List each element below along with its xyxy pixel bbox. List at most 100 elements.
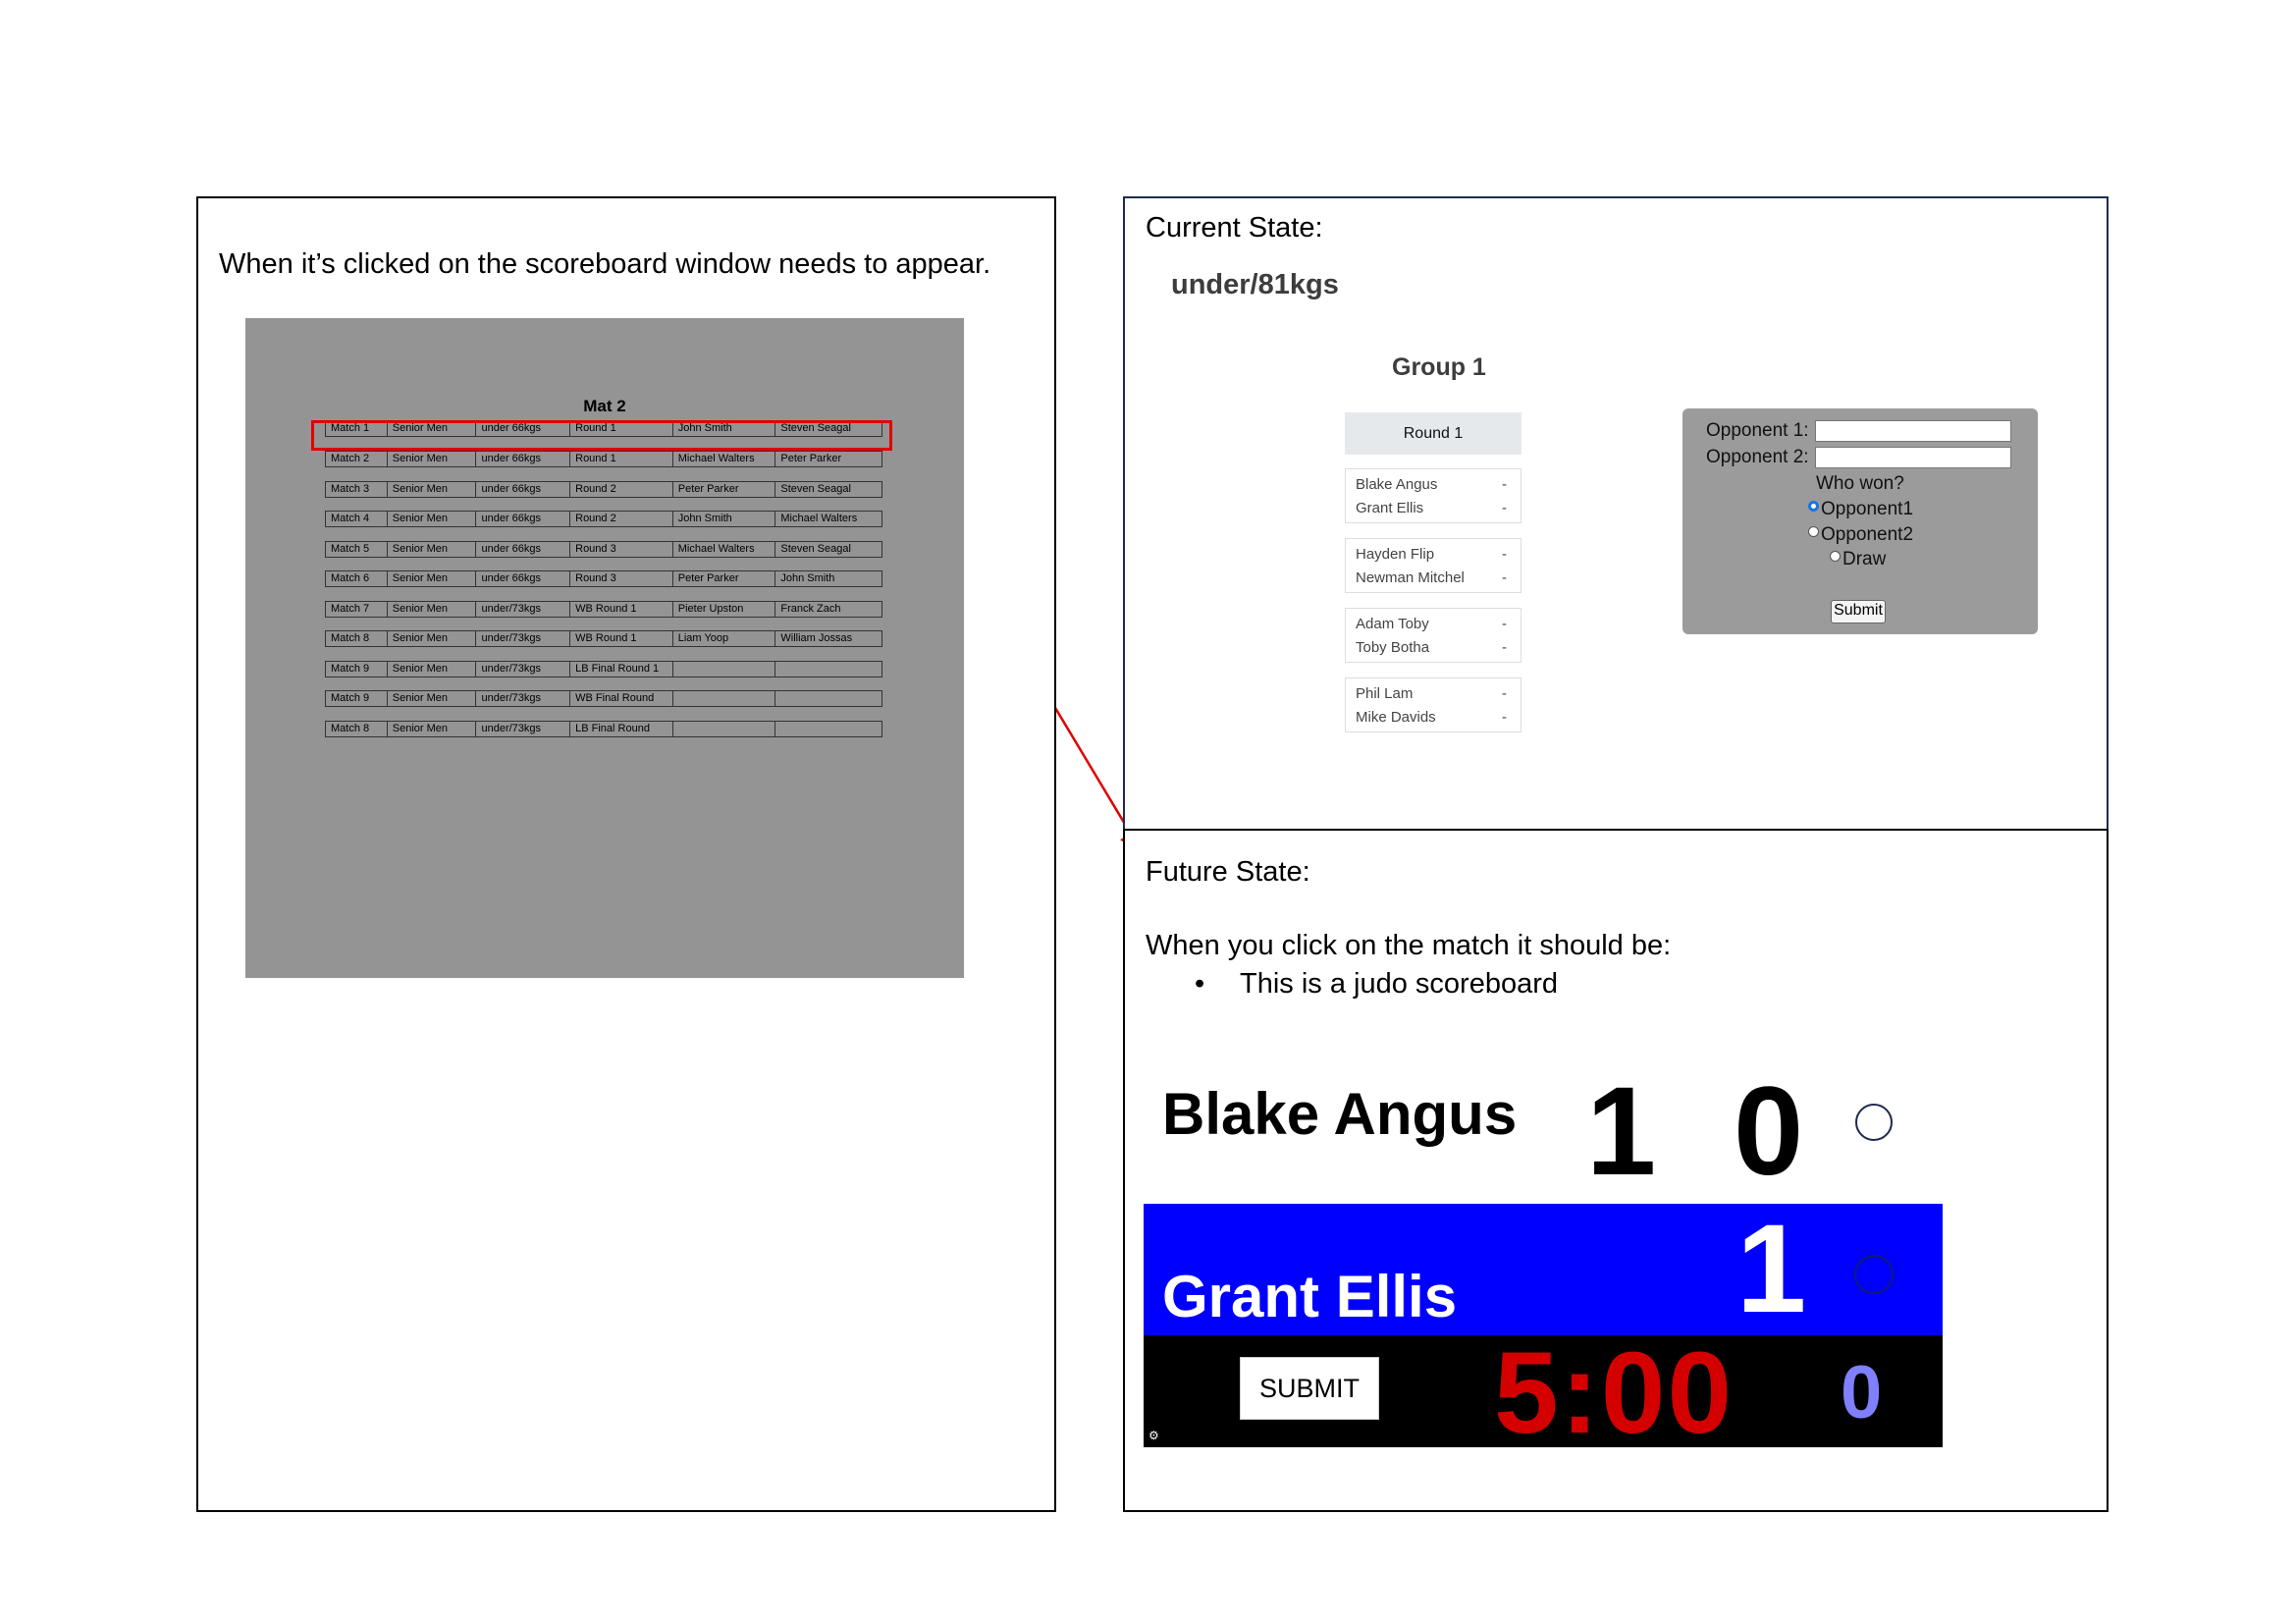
mat-schedule-row[interactable]: Match 4 Senior Men under 66kgs Round 2 John … <box>325 511 882 527</box>
mat-schedule-row[interactable]: Match 2 Senior Men under 66kgs Round 1 Micha… <box>325 451 882 467</box>
mat-schedule-row[interactable]: Match 6 Senior Men under 66kgs Round 3 Peter… <box>325 570 882 587</box>
mat-schedule-cell: LB Final Round 1 <box>570 662 673 677</box>
radio-opponent1-icon[interactable] <box>1808 500 1819 512</box>
match-card[interactable]: Hayden Flip - Newman Mitchel - <box>1345 538 1522 593</box>
mat-schedule-row[interactable]: Match 8 Senior Men under/73kgs LB Final Rou… <box>325 721 882 737</box>
competitor-score: - <box>1502 476 1507 493</box>
penalty-count[interactable]: 0 <box>1841 1349 1882 1437</box>
match-competitor: Hayden Flip - <box>1346 543 1521 567</box>
scoreboard-submit-button[interactable]: SUBMIT <box>1240 1357 1379 1420</box>
mat-schedule-cell: Match 9 <box>326 662 388 677</box>
who-won-label: Who won? <box>1816 473 1904 494</box>
radio-draw-icon[interactable] <box>1830 550 1841 562</box>
blue-indicator-circle-icon[interactable] <box>1854 1255 1894 1294</box>
white-indicator-circle-icon[interactable] <box>1855 1104 1893 1141</box>
judo-scoreboard: Blake Angus 1 0 Grant Ellis 1 SUBMIT 5:0… <box>1144 1058 1943 1451</box>
mat-schedule-cell: Round 2 <box>570 482 673 497</box>
mat-schedule-cell: under 66kgs <box>476 542 571 557</box>
mat-schedule-cell: Match 9 <box>326 691 388 706</box>
match-card[interactable]: Blake Angus - Grant Ellis - <box>1345 468 1522 523</box>
mat-schedule-cell: Senior Men <box>388 722 477 736</box>
match-timer[interactable]: 5:00 <box>1494 1335 1734 1451</box>
mat-schedule-cell: Senior Men <box>388 512 477 526</box>
mat-schedule-cell: Match 8 <box>326 631 388 646</box>
mat-schedule-cell: Franck Zach <box>780 603 841 615</box>
mat-schedule-row[interactable]: Match 7 Senior Men under/73kgs WB Round 1 Pi… <box>325 601 882 618</box>
mat-schedule-cell: Match 5 <box>326 542 388 557</box>
mat-schedule-cell: WB Final Round <box>570 691 673 706</box>
opponent2-input[interactable] <box>1814 447 2011 468</box>
mat-schedule-cell: Peter Parker <box>673 482 776 497</box>
blue-score[interactable]: 1 <box>1736 1204 1806 1335</box>
mat-schedule-cell: Match 8 <box>326 722 388 736</box>
mat-schedule-cell: Match 3 <box>326 482 388 497</box>
opponent1-label: Opponent 1: <box>1706 420 1809 441</box>
competitor-score: - <box>1502 685 1507 702</box>
white-wazaari-score[interactable]: 0 <box>1734 1058 1803 1206</box>
opponent1-input[interactable] <box>1814 420 2011 442</box>
mat-schedule-cell <box>775 662 881 677</box>
mat-schedule-row[interactable]: Match 5 Senior Men under 66kgs Round 3 Micha… <box>325 541 882 558</box>
mat-schedule-cell: under/73kgs <box>476 662 571 677</box>
mat-schedule-cell: under/73kgs <box>476 602 571 617</box>
mat-schedule-cell: Peter Parker <box>673 571 776 586</box>
highlight-box <box>311 420 892 451</box>
blue-player-row: Grant Ellis 1 <box>1144 1204 1943 1335</box>
mat-schedule-cell: Senior Men <box>388 631 477 646</box>
white-ippon-score[interactable]: 1 <box>1586 1058 1656 1206</box>
mat-schedule-screenshot: Mat 2 Match 1 Senior Men under 66kgs Round … <box>245 318 964 978</box>
future-intro-text: When you click on the match it should be… <box>1146 930 1672 961</box>
mat-title: Mat 2 <box>583 397 626 415</box>
radio-opponent1[interactable]: Opponent1 <box>1808 499 1913 520</box>
mat-schedule-cell: Senior Men <box>388 542 477 557</box>
mat-schedule-cell: Senior Men <box>388 452 477 466</box>
result-form: Opponent 1: Opponent 2: Who won? Opponen… <box>1682 408 2038 634</box>
competitor-score: - <box>1502 569 1507 586</box>
submit-button[interactable]: Submit <box>1831 600 1886 623</box>
mat-schedule-cell: Senior Men <box>388 571 477 586</box>
match-card[interactable]: Adam Toby - Toby Botha - <box>1345 608 1522 663</box>
competitor-name: Toby Botha <box>1356 639 1430 656</box>
mat-schedule-cell: John Smith <box>780 572 835 584</box>
opponent2-label: Opponent 2: <box>1706 447 1809 467</box>
mat-schedule-cell <box>775 691 881 706</box>
mat-schedule-cell <box>673 722 776 736</box>
mat-schedule-cell: under/73kgs <box>476 631 571 646</box>
mat-schedule-cell: under 66kgs <box>476 452 571 466</box>
match-competitor: Adam Toby - <box>1346 613 1521 636</box>
gear-icon[interactable]: ⚙ <box>1148 1430 1159 1441</box>
mat-schedule-cell: WB Round 1 <box>570 631 673 646</box>
timer-row: SUBMIT 5:00 0 ⚙ <box>1144 1335 1943 1451</box>
mat-schedule-cell: WB Round 1 <box>570 602 673 617</box>
radio-draw[interactable]: Draw <box>1830 549 1886 570</box>
mat-schedule-row[interactable]: Match 3 Senior Men under 66kgs Round 2 Peter… <box>325 481 882 498</box>
match-card[interactable]: Phil Lam - Mike Davids - <box>1345 677 1522 732</box>
mat-schedule-row[interactable]: Match 9 Senior Men under/73kgs LB Final Rou… <box>325 661 882 677</box>
mat-schedule-cell: Match 4 <box>326 512 388 526</box>
mat-schedule-cell: under/73kgs <box>476 722 571 736</box>
white-player-row: Blake Angus 1 0 <box>1144 1058 1943 1204</box>
mat-schedule-cell <box>775 722 881 736</box>
white-player-name: Blake Angus <box>1162 1081 1518 1147</box>
mat-schedule-row[interactable]: Match 9 Senior Men under/73kgs WB Final Rou… <box>325 690 882 707</box>
radio-opponent2[interactable]: Opponent2 <box>1808 524 1913 546</box>
radio-opponent2-label: Opponent2 <box>1821 524 1914 545</box>
radio-opponent2-icon[interactable] <box>1808 525 1819 537</box>
mat-schedule-cell: Match 6 <box>326 571 388 586</box>
match-competitor: Mike Davids - <box>1346 706 1521 730</box>
radio-opponent1-label: Opponent1 <box>1821 499 1914 519</box>
mat-schedule-cell: Pieter Upston <box>673 602 776 617</box>
mat-schedule-cell: under/73kgs <box>476 691 571 706</box>
competitor-name: Phil Lam <box>1356 685 1414 702</box>
mat-schedule-cell: LB Final Round <box>570 722 673 736</box>
competitor-name: Hayden Flip <box>1356 546 1435 563</box>
mat-schedule-cell <box>673 662 776 677</box>
mat-schedule-cell: Senior Men <box>388 662 477 677</box>
mat-schedule-cell: Michael Walters <box>780 513 858 524</box>
match-competitor: Newman Mitchel - <box>1346 567 1521 590</box>
blue-player-name: Grant Ellis <box>1162 1264 1458 1329</box>
competitor-score: - <box>1502 639 1507 656</box>
mat-schedule-cell: Steven Seagal <box>780 543 851 555</box>
mat-schedule-row[interactable]: Match 8 Senior Men under/73kgs WB Round 1 Li… <box>325 630 882 647</box>
mat-schedule-cell: under 66kgs <box>476 482 571 497</box>
